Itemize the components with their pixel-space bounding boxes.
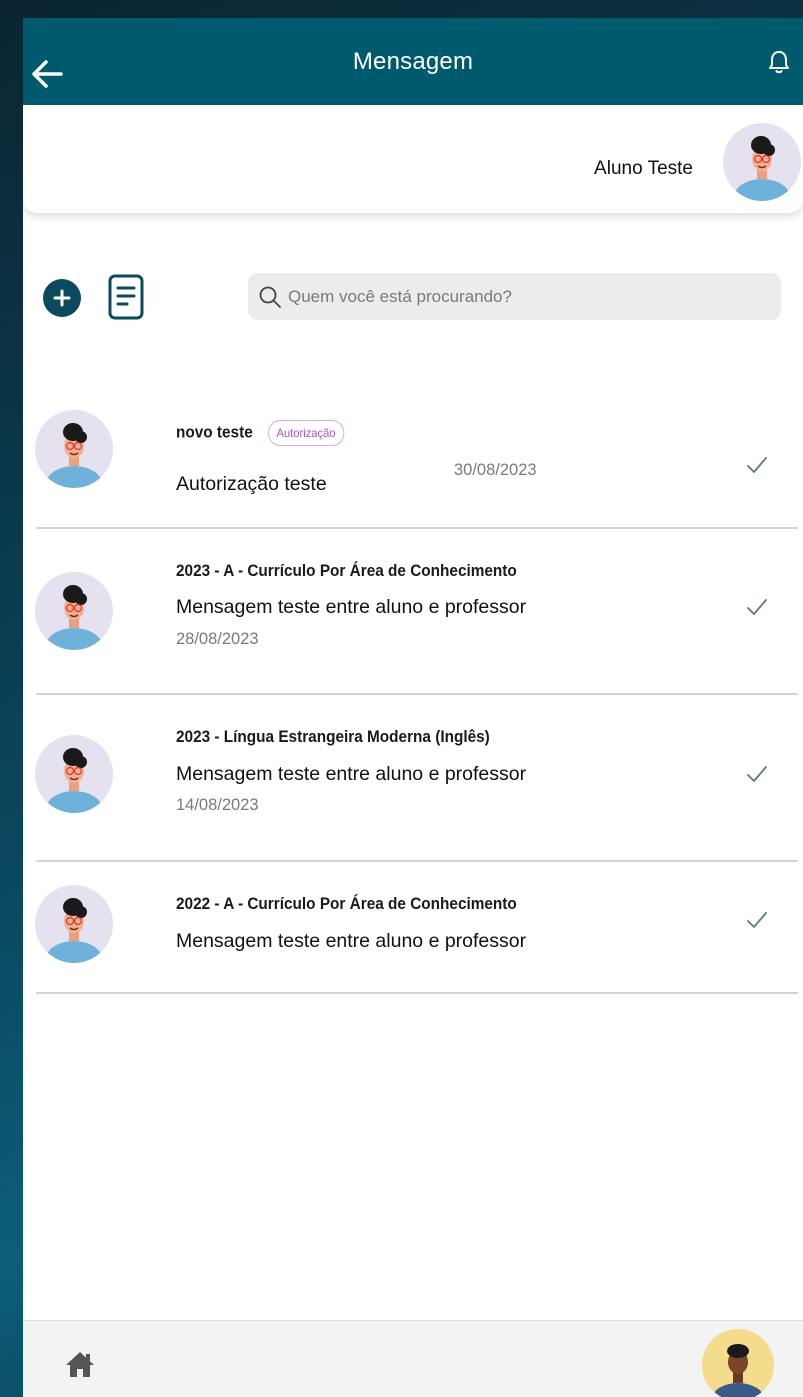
read-check-icon xyxy=(747,766,767,782)
message-subject: 2022 - A - Currículo Por Área de Conheci… xyxy=(176,895,517,913)
student-avatar-icon xyxy=(46,748,102,813)
list-divider xyxy=(36,992,798,994)
arrow-left-icon xyxy=(32,60,63,88)
message-subject: 2023 - Língua Estrangeira Moderna (Inglê… xyxy=(176,728,490,746)
read-check-icon xyxy=(747,912,767,928)
search-bar[interactable] xyxy=(248,273,781,320)
bell-icon xyxy=(769,51,789,74)
notifications-button[interactable] xyxy=(765,48,793,76)
message-preview: Mensagem teste entre aluno e professor xyxy=(176,763,527,785)
document-icon xyxy=(108,274,144,320)
message-preview: Mensagem teste entre aluno e professor xyxy=(176,930,527,952)
read-check-icon xyxy=(747,599,767,615)
app-bar: Mensagem xyxy=(23,18,803,105)
message-preview: Autorização teste xyxy=(176,473,327,495)
sender-avatar xyxy=(35,410,113,488)
student-avatar-icon xyxy=(46,585,102,650)
sender-avatar xyxy=(35,885,113,963)
user-avatar-icon xyxy=(712,1344,764,1397)
student-avatar-icon xyxy=(46,898,102,963)
student-avatar-icon xyxy=(734,136,790,201)
profile-header: Aluno Teste xyxy=(23,105,803,213)
student-avatar-icon xyxy=(46,423,102,488)
home-button[interactable] xyxy=(63,1349,97,1379)
new-message-button[interactable] xyxy=(43,279,81,317)
category-badge: Autorização xyxy=(268,420,344,446)
action-toolbar xyxy=(23,273,803,323)
sender-avatar xyxy=(35,735,113,813)
user-profile-button[interactable] xyxy=(702,1329,774,1397)
read-check-icon xyxy=(747,457,767,473)
message-subject: novo teste Autorização xyxy=(176,420,344,446)
message-list: novo teste Autorização Autorização teste… xyxy=(23,388,803,995)
app-screen: Mensagem Aluno Teste Quem você está proc… xyxy=(23,18,803,1397)
profile-name: Aluno Teste xyxy=(594,158,693,179)
home-icon xyxy=(66,1352,94,1377)
message-preview: Mensagem teste entre aluno e professor xyxy=(176,596,527,618)
message-subject-text: novo teste xyxy=(176,423,253,442)
message-date: 30/08/2023 xyxy=(454,461,537,479)
profile-avatar[interactable] xyxy=(723,123,801,201)
search-input[interactable] xyxy=(288,286,768,307)
message-subject: 2023 - A - Currículo Por Área de Conheci… xyxy=(176,562,517,580)
plus-icon xyxy=(53,289,71,307)
message-item[interactable]: 2023 - A - Currículo Por Área de Conheci… xyxy=(23,528,803,695)
back-button[interactable] xyxy=(29,56,65,92)
message-date: 14/08/2023 xyxy=(176,796,259,814)
message-date: 28/08/2023 xyxy=(176,630,259,648)
search-icon xyxy=(259,286,281,308)
sender-avatar xyxy=(35,572,113,650)
page-title: Mensagem xyxy=(352,47,474,75)
message-item[interactable]: 2022 - A - Currículo Por Área de Conheci… xyxy=(23,861,803,995)
bottom-navigation xyxy=(23,1320,803,1397)
message-item[interactable]: novo teste Autorização Autorização teste… xyxy=(23,388,803,529)
message-item[interactable]: 2023 - Língua Estrangeira Moderna (Inglê… xyxy=(23,694,803,862)
document-button[interactable] xyxy=(107,273,145,321)
